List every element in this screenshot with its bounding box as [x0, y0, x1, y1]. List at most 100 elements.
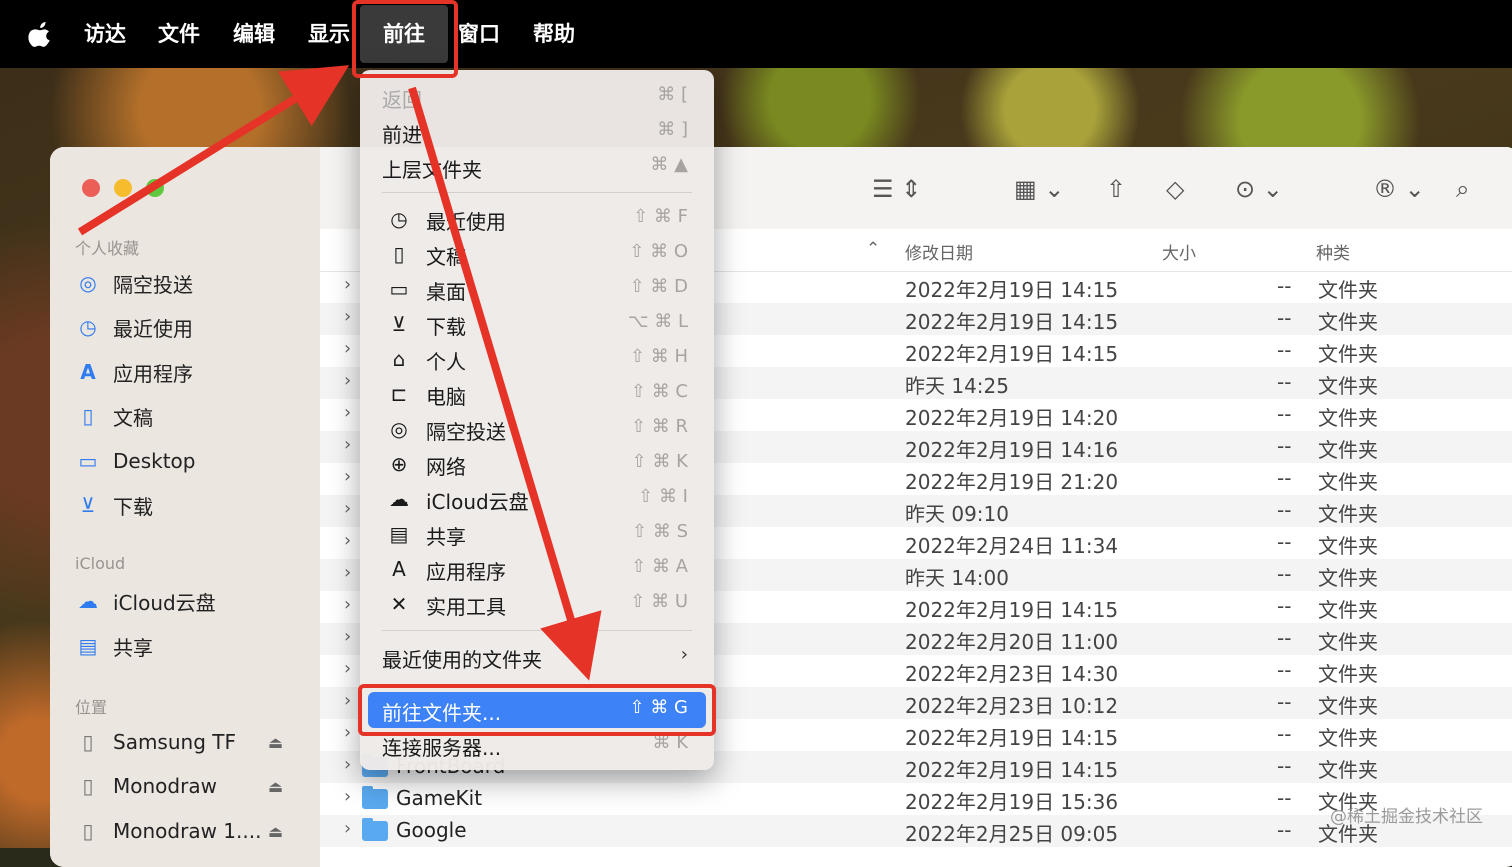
disclosure-chevron-icon[interactable]: ›: [344, 274, 351, 295]
disclosure-chevron-icon[interactable]: ›: [344, 530, 351, 551]
menu-finder[interactable]: 访达: [84, 0, 126, 68]
menu-item-shortcut: ⇧ ⌘ O: [629, 241, 688, 262]
search-icon[interactable]: ⌕: [1456, 171, 1469, 207]
sidebar-item-downloads[interactable]: ⊻ 下载: [75, 487, 153, 523]
menu-item-place[interactable]: ⊻ 下载 ⌥ ⌘ L: [360, 307, 714, 341]
menu-item-place[interactable]: A 应用程序 ⇧ ⌘ A: [360, 552, 714, 586]
file-size: --: [1277, 498, 1292, 522]
menu-item-place[interactable]: ▭ 桌面 ⇧ ⌘ D: [360, 272, 714, 306]
menu-file[interactable]: 文件: [158, 0, 200, 68]
menu-view[interactable]: 显示: [308, 0, 350, 68]
file-kind: 文件夹: [1318, 438, 1378, 462]
menu-item-place[interactable]: ⌂ 个人 ⇧ ⌘ H: [360, 342, 714, 376]
sidebar-item-samsung-tf[interactable]: ▯ Samsung TF: [75, 724, 236, 760]
file-date: 2022年2月19日 14:15: [905, 758, 1119, 782]
menu-separator: [382, 630, 692, 631]
apple-logo-icon[interactable]: [28, 20, 54, 48]
file-date: 2022年2月19日 14:15: [905, 342, 1119, 366]
sidebar-item-label: 文稿: [113, 405, 153, 430]
group-icon[interactable]: ▦ ⌄: [1014, 171, 1064, 207]
file-date: 昨天 14:25: [905, 374, 1009, 398]
menu-item-place[interactable]: ◎ 隔空投送 ⇧ ⌘ R: [360, 412, 714, 446]
menu-item-forward[interactable]: 前进 ⌘ ]: [360, 115, 714, 149]
sidebar-item-documents[interactable]: ▯ 文稿: [75, 398, 153, 434]
menu-item-recent-folders[interactable]: 最近使用的文件夹 ›: [360, 640, 714, 674]
sidebar-item-recents[interactable]: ◷ 最近使用: [75, 309, 193, 345]
menu-help[interactable]: 帮助: [533, 0, 575, 68]
registered-icon[interactable]: ® ⌄: [1373, 171, 1425, 207]
file-date: 2022年2月19日 14:15: [905, 278, 1119, 302]
file-size: --: [1277, 530, 1292, 554]
file-date: 2022年2月19日 21:20: [905, 470, 1119, 494]
menu-item-label: 共享: [426, 525, 466, 549]
menu-item-place[interactable]: ⊏ 电脑 ⇧ ⌘ C: [360, 377, 714, 411]
disclosure-chevron-icon[interactable]: ›: [344, 306, 351, 327]
menu-edit[interactable]: 编辑: [233, 0, 275, 68]
sidebar-item-airdrop[interactable]: ◎ 隔空投送: [75, 265, 193, 301]
more-actions-icon[interactable]: ⊙ ⌄: [1235, 171, 1283, 207]
disclosure-chevron-icon[interactable]: ›: [344, 786, 351, 807]
sidebar-item-label: 隔空投送: [113, 272, 193, 297]
chevron-right-icon: ›: [680, 644, 688, 665]
eject-icon[interactable]: ⏏: [268, 733, 283, 752]
eject-icon[interactable]: ⏏: [268, 777, 283, 796]
zoom-window-button[interactable]: [146, 179, 164, 197]
file-date: 2022年2月23日 10:12: [905, 694, 1119, 718]
file-size: --: [1277, 466, 1292, 490]
disclosure-chevron-icon[interactable]: ›: [344, 466, 351, 487]
file-size: --: [1277, 754, 1292, 778]
disclosure-chevron-icon[interactable]: ›: [344, 402, 351, 423]
menu-item-place[interactable]: ⊕ 网络 ⇧ ⌘ K: [360, 447, 714, 481]
menu-window[interactable]: 窗口: [458, 0, 500, 68]
column-date[interactable]: 修改日期: [905, 239, 973, 264]
file-kind: 文件夹: [1318, 406, 1378, 430]
disclosure-chevron-icon[interactable]: ›: [344, 370, 351, 391]
menu-item-enclosing-folder[interactable]: 上层文件夹 ⌘ ▲: [360, 150, 714, 184]
drive-icon: ▯: [82, 730, 94, 754]
file-kind: 文件夹: [1318, 630, 1378, 654]
sidebar-item-monodraw[interactable]: ▯ Monodraw: [75, 768, 216, 804]
sidebar-item-monodraw-1[interactable]: ▯ Monodraw 1....: [75, 813, 261, 849]
menu-item-place[interactable]: ✕ 实用工具 ⇧ ⌘ U: [360, 587, 714, 621]
disclosure-chevron-icon[interactable]: ›: [344, 626, 351, 647]
folder-icon: [362, 818, 388, 841]
file-kind: 文件夹: [1318, 342, 1378, 366]
sidebar-item-label: Monodraw 1....: [113, 819, 262, 843]
shared-folder-icon: ▤: [78, 634, 98, 658]
eject-icon[interactable]: ⏏: [268, 822, 283, 841]
file-size: --: [1277, 434, 1292, 458]
disclosure-chevron-icon[interactable]: ›: [344, 434, 351, 455]
sidebar-item-label: Desktop: [113, 449, 196, 473]
sidebar-item-shared[interactable]: ▤ 共享: [75, 628, 153, 664]
disclosure-chevron-icon[interactable]: ›: [344, 754, 351, 775]
file-name: GameKit: [396, 786, 483, 810]
disclosure-chevron-icon[interactable]: ›: [344, 722, 351, 743]
column-kind[interactable]: 种类: [1316, 239, 1350, 264]
disclosure-chevron-icon[interactable]: ›: [344, 818, 351, 839]
minimize-window-button[interactable]: [114, 179, 132, 197]
disclosure-chevron-icon[interactable]: ›: [344, 594, 351, 615]
disclosure-chevron-icon[interactable]: ›: [344, 658, 351, 679]
disclosure-chevron-icon[interactable]: ›: [344, 562, 351, 583]
sort-chevron-icon[interactable]: ⌃: [866, 239, 880, 259]
sidebar-item-desktop[interactable]: ▭ Desktop: [75, 443, 196, 479]
menu-item-label: 文稿: [426, 245, 466, 269]
favorites-heading: 个人收藏: [75, 239, 140, 258]
list-view-icon[interactable]: ☰ ⇕: [872, 171, 921, 207]
disclosure-chevron-icon[interactable]: ›: [344, 690, 351, 711]
menu-item-place[interactable]: ▤ 共享 ⇧ ⌘ S: [360, 517, 714, 551]
menu-item-place[interactable]: ◷ 最近使用 ⇧ ⌘ F: [360, 202, 714, 236]
menu-item-place[interactable]: ▯ 文稿 ⇧ ⌘ O: [360, 237, 714, 271]
menu-item-place[interactable]: ☁ iCloud云盘 ⇧ ⌘ I: [360, 482, 714, 516]
close-window-button[interactable]: [82, 179, 100, 197]
disclosure-chevron-icon[interactable]: ›: [344, 338, 351, 359]
annotation-box-go-menu: [352, 0, 458, 78]
disclosure-chevron-icon[interactable]: ›: [344, 498, 351, 519]
sidebar-item-applications[interactable]: A 应用程序: [75, 354, 193, 390]
tag-icon[interactable]: ◇: [1166, 171, 1184, 207]
menu-item-shortcut: ⇧ ⌘ I: [638, 486, 688, 507]
share-icon[interactable]: ⇧: [1106, 171, 1126, 207]
file-date: 昨天 14:00: [905, 566, 1009, 590]
column-size[interactable]: 大小: [1162, 239, 1196, 264]
sidebar-item-icloud-drive[interactable]: ☁ iCloud云盘: [75, 583, 216, 619]
